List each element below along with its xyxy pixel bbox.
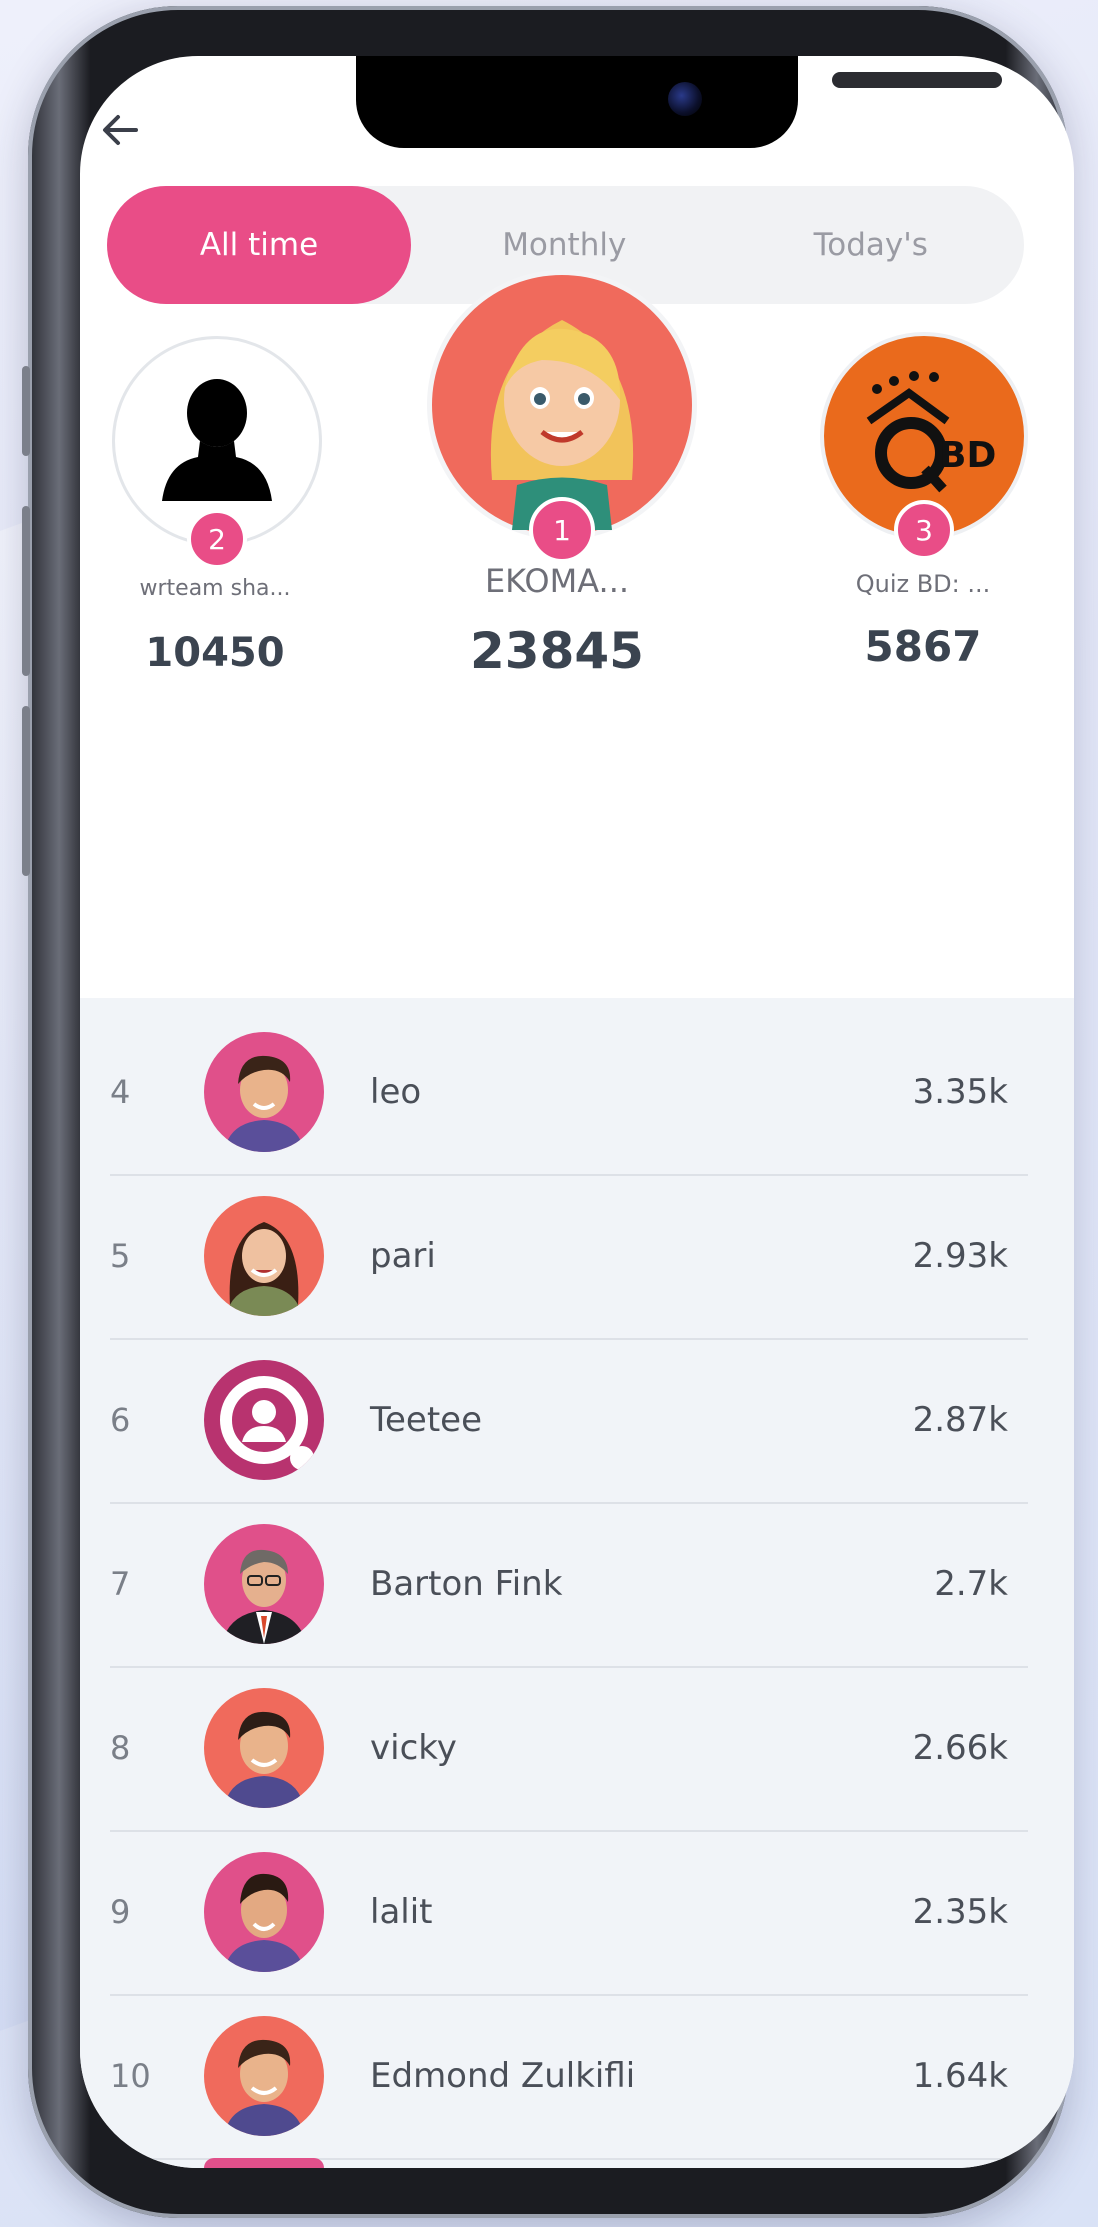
row-name: Teetee: [370, 1400, 482, 1440]
rank-badge: 1: [529, 497, 595, 563]
speaker-grille: [832, 72, 1002, 88]
row-rank: 7: [110, 1565, 131, 1603]
side-button: [22, 366, 30, 456]
list-item[interactable]: 9 lalit 2.35k: [110, 1830, 1028, 1996]
row-name: lalit: [370, 1892, 433, 1932]
app-screen: All time Monthly Today's 2 wrteam sha...…: [80, 56, 1074, 2168]
row-name: leo: [370, 1072, 422, 1112]
arrow-left-icon: [103, 115, 138, 145]
podium-score: 5867: [864, 622, 982, 671]
rank-badge: 2: [187, 509, 247, 569]
list-item[interactable]: 4 leo 3.35k: [110, 1010, 1028, 1176]
podium-name: wrteam sha...: [139, 576, 291, 601]
list-item-partial[interactable]: [204, 2158, 324, 2168]
list-item[interactable]: 10 Edmond Zulkifli 1.64k: [110, 1994, 1028, 2160]
podium-score: 10450: [145, 630, 285, 676]
avatar: [204, 1852, 324, 1972]
man-avatar-icon: [224, 1711, 304, 1808]
podium-name: EKOMA...: [484, 562, 630, 600]
list-item[interactable]: 7 Barton Fink 2.7k: [110, 1502, 1028, 1668]
row-score: 1.64k: [912, 2056, 1008, 2096]
tab-todays[interactable]: Today's: [718, 186, 1025, 304]
list-item[interactable]: 6 Teetee 2.87k: [110, 1338, 1028, 1504]
avatar: [204, 1032, 324, 1152]
blonde-woman-avatar-icon: [490, 320, 634, 530]
row-name: Edmond Zulkifli: [370, 2056, 636, 2096]
svg-text:BD: BD: [939, 435, 996, 476]
row-name: pari: [370, 1236, 436, 1276]
leaderboard-list: 4 leo 3.35k 5 pari 2.93k 6 Teetee 2.87k …: [80, 998, 1074, 2168]
row-score: 3.35k: [912, 1072, 1008, 1112]
woman-avatar-icon: [226, 1222, 302, 1316]
row-rank: 10: [110, 2057, 151, 2095]
avatar: [204, 1688, 324, 1808]
qbd-logo-icon: BD: [866, 371, 996, 493]
row-rank: 8: [110, 1729, 131, 1767]
row-rank: 6: [110, 1401, 131, 1439]
row-rank: 4: [110, 1073, 131, 1111]
avatar: [204, 1196, 324, 1316]
avatar: 2: [112, 336, 322, 569]
man-avatar-icon: [224, 1055, 304, 1152]
side-button: [22, 506, 30, 676]
list-item[interactable]: 5 pari 2.93k: [110, 1174, 1028, 1340]
avatar: [204, 2016, 324, 2136]
avatar: 1: [427, 270, 697, 563]
row-rank: 9: [110, 1893, 131, 1931]
row-rank: 5: [110, 1237, 131, 1275]
suit-man-avatar-icon: [222, 1549, 306, 1644]
camera-icon: [668, 82, 702, 116]
tab-all-time[interactable]: All time: [107, 186, 411, 304]
podium-score: 23845: [470, 622, 644, 680]
man-avatar-icon: [224, 1873, 304, 1972]
list-item[interactable]: 8 vicky 2.66k: [110, 1666, 1028, 1832]
row-score: 2.7k: [934, 1564, 1008, 1604]
back-button[interactable]: [90, 100, 150, 160]
default-user-silhouette-icon: [162, 379, 272, 501]
row-score: 2.93k: [912, 1236, 1008, 1276]
avatar: BD 3: [820, 332, 1028, 560]
row-score: 2.66k: [912, 1728, 1008, 1768]
row-score: 2.87k: [912, 1400, 1008, 1440]
man-avatar-icon: [224, 2039, 304, 2136]
side-button: [22, 706, 30, 876]
avatar: [204, 1360, 324, 1480]
podium-name: Quiz BD: ...: [855, 570, 991, 598]
row-score: 2.35k: [912, 1892, 1008, 1932]
row-name: Barton Fink: [370, 1564, 563, 1604]
ring-user-icon: [220, 1376, 314, 1470]
phone-notch: [356, 56, 1002, 148]
avatar: [204, 1524, 324, 1644]
row-name: vicky: [370, 1728, 457, 1768]
rank-badge: 3: [894, 500, 954, 560]
